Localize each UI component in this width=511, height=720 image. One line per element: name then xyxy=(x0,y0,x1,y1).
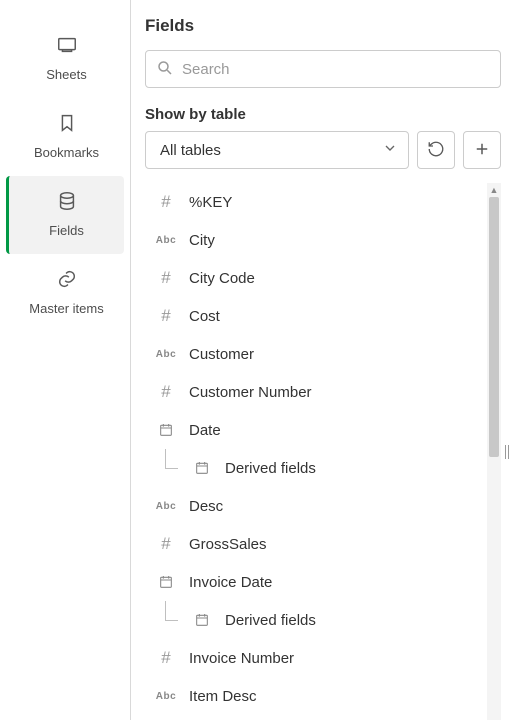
date-type-icon xyxy=(155,422,177,438)
field-label: Customer xyxy=(189,346,254,363)
sidebar-item-label: Bookmarks xyxy=(34,145,99,160)
field-row[interactable]: Derived fields xyxy=(145,449,485,487)
panel-title: Fields xyxy=(145,16,501,36)
numeric-type-icon: # xyxy=(155,268,177,288)
text-type-icon: Abc xyxy=(155,501,177,512)
field-list[interactable]: # %KEY Abc City # City Code # Cost Abc Customer # C… xyxy=(145,183,485,720)
field-label: Item Desc xyxy=(189,688,257,705)
sidebar-item-bookmarks[interactable]: Bookmarks xyxy=(0,98,130,176)
field-label: Desc xyxy=(189,498,223,515)
field-label: Invoice Date xyxy=(189,574,272,591)
field-label: %KEY xyxy=(189,194,232,211)
bookmark-icon xyxy=(56,112,78,137)
field-label: GrossSales xyxy=(189,536,267,553)
date-type-icon xyxy=(155,574,177,590)
sidebar-item-sheets[interactable]: Sheets xyxy=(0,20,130,98)
text-type-icon: Abc xyxy=(155,691,177,702)
field-label: Cost xyxy=(189,308,220,325)
field-row[interactable]: # %KEY xyxy=(145,183,485,221)
date-type-icon xyxy=(191,460,213,476)
field-row[interactable]: # City Code xyxy=(145,259,485,297)
main-panel: Fields Show by table All tables xyxy=(131,0,511,720)
numeric-type-icon: # xyxy=(155,648,177,668)
search-input[interactable] xyxy=(182,61,490,78)
numeric-type-icon: # xyxy=(155,192,177,212)
sidebar-item-label: Sheets xyxy=(46,67,86,82)
refresh-icon xyxy=(427,140,445,161)
add-button[interactable] xyxy=(463,131,501,169)
resize-handle[interactable] xyxy=(503,440,511,464)
chevron-down-icon xyxy=(382,140,398,160)
field-row[interactable]: Abc Customer xyxy=(145,335,485,373)
sidebar-item-label: Fields xyxy=(49,223,84,238)
field-row[interactable]: Derived fields xyxy=(145,601,485,639)
search-icon xyxy=(156,59,174,80)
scrollbar-thumb[interactable] xyxy=(489,197,499,457)
search-box[interactable] xyxy=(145,50,501,88)
sidebar: Sheets Bookmarks Fields Master items xyxy=(0,0,131,720)
field-row[interactable]: Abc Desc xyxy=(145,487,485,525)
field-label: Derived fields xyxy=(225,460,316,477)
field-row[interactable]: # Customer Number xyxy=(145,373,485,411)
link-icon xyxy=(56,268,78,293)
show-by-table-label: Show by table xyxy=(145,106,501,123)
field-row[interactable]: Abc City xyxy=(145,221,485,259)
text-type-icon: Abc xyxy=(155,235,177,246)
table-filter-dropdown[interactable]: All tables xyxy=(145,131,409,169)
field-label: Invoice Number xyxy=(189,650,294,667)
sidebar-item-master-items[interactable]: Master items xyxy=(0,254,130,332)
sidebar-item-label: Master items xyxy=(29,301,103,316)
sheets-icon xyxy=(56,34,78,59)
numeric-type-icon: # xyxy=(155,534,177,554)
refresh-button[interactable] xyxy=(417,131,455,169)
numeric-type-icon: # xyxy=(155,306,177,326)
field-label: Customer Number xyxy=(189,384,312,401)
numeric-type-icon: # xyxy=(155,382,177,402)
dropdown-value: All tables xyxy=(160,142,221,159)
toolbar: All tables xyxy=(145,131,501,169)
field-row[interactable]: # Invoice Number xyxy=(145,639,485,677)
plus-icon xyxy=(473,140,491,161)
database-icon xyxy=(56,190,78,215)
field-row[interactable]: Date xyxy=(145,411,485,449)
field-label: City Code xyxy=(189,270,255,287)
field-label: City xyxy=(189,232,215,249)
text-type-icon: Abc xyxy=(155,349,177,360)
field-row[interactable]: Invoice Date xyxy=(145,563,485,601)
field-row[interactable]: # GrossSales xyxy=(145,525,485,563)
field-row[interactable]: # Cost xyxy=(145,297,485,335)
field-list-container: # %KEY Abc City # City Code # Cost Abc Customer # C… xyxy=(145,183,501,720)
scrollbar[interactable]: ▲ xyxy=(487,183,501,720)
field-label: Derived fields xyxy=(225,612,316,629)
scroll-up-icon: ▲ xyxy=(487,183,501,197)
field-label: Date xyxy=(189,422,221,439)
field-row[interactable]: Abc Item Desc xyxy=(145,677,485,715)
date-type-icon xyxy=(191,612,213,628)
sidebar-item-fields[interactable]: Fields xyxy=(6,176,124,254)
